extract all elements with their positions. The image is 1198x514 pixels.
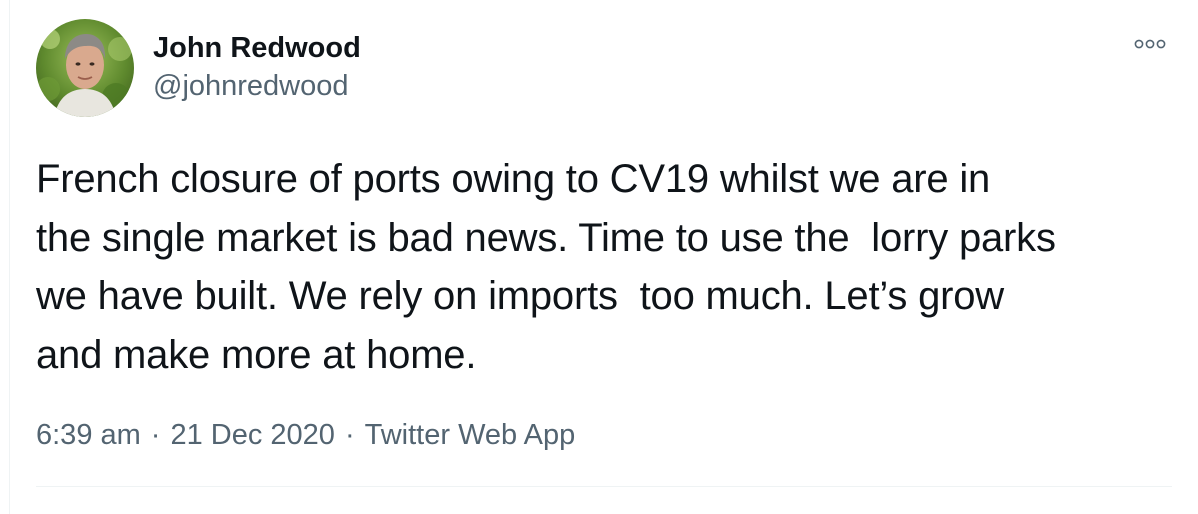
author-display-name[interactable]: John Redwood: [153, 32, 361, 65]
avatar-image: [36, 19, 134, 117]
separator-dot: ·: [150, 419, 161, 451]
tweet-time[interactable]: 6:39 am: [36, 419, 141, 452]
tweet-metadata: 6:39 am · 21 Dec 2020 · Twitter Web App: [36, 419, 575, 452]
avatar[interactable]: [36, 19, 134, 117]
tweet-source[interactable]: Twitter Web App: [365, 419, 576, 452]
author-handle[interactable]: @johnredwood: [153, 70, 349, 103]
more-options-icon: [1134, 39, 1166, 49]
tweet-date[interactable]: 21 Dec 2020: [170, 419, 334, 452]
tweet-text: French closure of ports owing to CV19 wh…: [36, 157, 1056, 377]
divider: [36, 486, 1172, 487]
tweet-card: John Redwood @johnredwood French closure…: [0, 0, 1198, 514]
separator-dot: ·: [344, 419, 355, 451]
more-options-button[interactable]: [1130, 32, 1170, 56]
